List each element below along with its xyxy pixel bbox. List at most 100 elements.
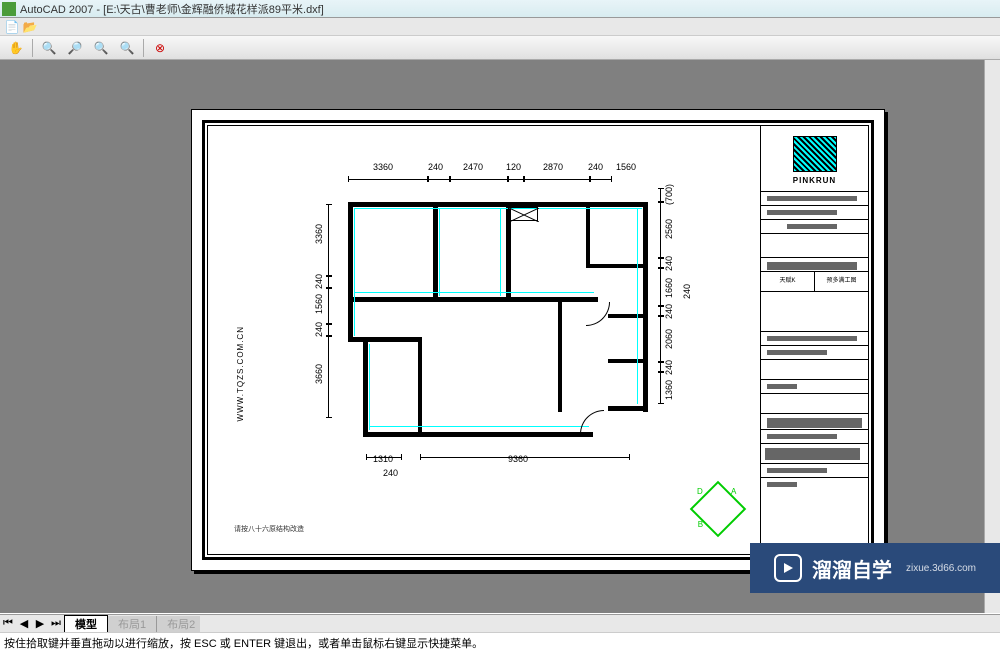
tab-model[interactable]: 模型 — [64, 615, 108, 632]
cancel-icon[interactable]: ⊗ — [150, 38, 170, 58]
dim-value: 1560 — [616, 162, 636, 172]
layout-tabs: ⏮ ◀ ▶ ⏭ 模型 布局1 布局2 — [0, 614, 1000, 632]
tb-cell: 预多满工图 — [815, 272, 868, 291]
dim-top — [348, 174, 428, 180]
dim-top — [508, 174, 524, 180]
tb-cell: 天赋K — [761, 272, 815, 291]
cyan-line — [354, 292, 594, 293]
wall — [558, 297, 562, 412]
watermark-text: 溜溜自学 — [812, 554, 892, 583]
north-label: B — [698, 520, 703, 529]
tab-prev-icon[interactable]: ◀ — [16, 617, 32, 630]
drawing-frame: PINKRUN 天赋K 预多满工图 — [202, 120, 874, 560]
dim-value: 1560 — [314, 294, 324, 314]
floor-plan: 3360 240 2470 120 2870 240 1560 3360 — [308, 174, 698, 504]
dim-value: 240 — [314, 322, 324, 337]
new-file-icon[interactable]: 📄 — [4, 19, 20, 35]
dim-value: 1360 — [664, 380, 674, 400]
dim-top — [590, 174, 612, 180]
cyan-line — [637, 208, 638, 404]
dim-top — [428, 174, 450, 180]
divider — [32, 39, 33, 57]
title-block: PINKRUN 天赋K 预多满工图 — [760, 126, 868, 554]
wall — [433, 202, 438, 302]
wall — [608, 359, 646, 363]
dim-value: 3660 — [314, 364, 324, 384]
dim-value: 3360 — [314, 224, 324, 244]
dim-value: 2470 — [463, 162, 483, 172]
scrollbar-vertical[interactable] — [984, 60, 1000, 613]
dim-value: 2560 — [664, 219, 674, 239]
cyan-line — [354, 208, 642, 209]
title-bar: AutoCAD 2007 - [E:\天古\曹老师\金辉融侨城花样派89平米.d… — [0, 0, 1000, 18]
status-bar: 按住拾取键并垂直拖动以进行缩放，按 ESC 或 ENTER 键退出，或者单击鼠标… — [0, 632, 1000, 650]
dim-left — [328, 276, 334, 288]
dim-value: 240 — [682, 284, 692, 299]
tab-first-icon[interactable]: ⏮ — [0, 617, 16, 630]
watermark: 溜溜自学 zixue.3d66.com — [750, 543, 1000, 593]
dim-left — [328, 336, 334, 418]
titleblock-brand: PINKRUN — [761, 176, 868, 185]
play-icon — [774, 554, 802, 582]
footnote-text: 请按八十六原结构改造 — [234, 524, 304, 534]
dim-value: 240 — [383, 468, 398, 478]
zoom-in-icon[interactable]: 🔎 — [65, 38, 85, 58]
window-title: AutoCAD 2007 - [E:\天古\曹老师\金辉融侨城花样派89平米.d… — [20, 1, 324, 17]
url-text: WWW.TQZS.COM.CN — [236, 326, 245, 421]
wall — [363, 337, 368, 437]
dim-top — [450, 174, 508, 180]
dim-value: 3360 — [373, 162, 393, 172]
tab-layout1[interactable]: 布局1 — [108, 616, 157, 632]
zoom-window-icon[interactable]: 🔍 — [117, 38, 137, 58]
drawing-stage[interactable]: PINKRUN 天赋K 预多满工图 — [0, 60, 1000, 613]
wall — [348, 337, 418, 342]
dim-value: 240 — [314, 274, 324, 289]
tab-next-icon[interactable]: ▶ — [32, 617, 48, 630]
dim-value: 120 — [506, 162, 521, 172]
cyan-line — [369, 344, 370, 430]
wall — [643, 202, 648, 412]
dim-value: 240 — [588, 162, 603, 172]
open-file-icon[interactable]: 📂 — [22, 19, 38, 35]
cyan-line — [500, 208, 501, 296]
north-label: A — [731, 487, 736, 496]
wall — [363, 432, 593, 437]
cyan-line — [369, 426, 589, 427]
dim-left — [328, 204, 334, 276]
dim-value: 1310 — [373, 454, 393, 464]
divider — [143, 39, 144, 57]
window-icon — [508, 207, 538, 221]
dim-value: 240 — [428, 162, 443, 172]
wall — [348, 202, 648, 207]
dim-value: 9360 — [508, 454, 528, 464]
pan-icon[interactable]: ✋ — [6, 38, 26, 58]
wall — [586, 202, 590, 267]
dim-top — [524, 174, 590, 180]
zoom-extents-icon[interactable]: 🔍 — [39, 38, 59, 58]
tab-layout2[interactable]: 布局2 — [157, 616, 206, 632]
watermark-sub: zixue.3d66.com — [906, 563, 976, 574]
wall — [608, 406, 648, 411]
titleblock-logo-icon — [793, 136, 837, 172]
dim-value: 2870 — [543, 162, 563, 172]
wall — [348, 202, 353, 342]
north-label: D — [697, 487, 703, 496]
dim-value: 1660 — [664, 278, 674, 298]
north-arrow-icon: A D B — [690, 481, 747, 538]
dim-value: 2060 — [664, 329, 674, 349]
door-arc-icon — [586, 302, 610, 326]
paper-sheet: PINKRUN 天赋K 预多满工图 — [191, 109, 885, 571]
zoom-out-icon[interactable]: 🔍 — [91, 38, 111, 58]
tab-last-icon[interactable]: ⏭ — [48, 617, 64, 630]
wall — [418, 337, 422, 432]
toolbar: ✋ 🔍 🔎 🔍 🔍 ⊗ — [0, 36, 1000, 60]
scrollbar-horizontal[interactable] — [200, 616, 1000, 632]
app-logo-icon — [2, 2, 16, 16]
drawing-frame-inner: PINKRUN 天赋K 预多满工图 — [207, 125, 869, 555]
cyan-line — [439, 208, 440, 296]
wall — [608, 314, 646, 318]
cyan-line — [354, 208, 355, 336]
dim-left — [328, 288, 334, 324]
quick-access-bar: 📄 📂 — [0, 18, 1000, 36]
dim-left — [328, 324, 334, 336]
